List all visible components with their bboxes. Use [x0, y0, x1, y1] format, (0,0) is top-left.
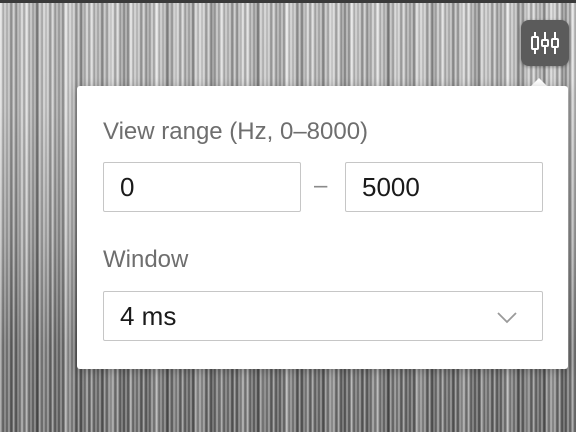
chevron-down-icon	[497, 312, 517, 324]
range-max-input[interactable]	[345, 162, 543, 212]
sliders-icon	[531, 32, 559, 54]
window-select-value: 4 ms	[120, 301, 177, 331]
popover-caret	[531, 78, 547, 86]
window-select[interactable]: 4 ms	[103, 291, 543, 341]
top-border	[0, 0, 576, 3]
view-range-label: View range (Hz, 0–8000)	[103, 118, 369, 145]
settings-popover: View range (Hz, 0–8000) – Window 4 ms	[77, 86, 568, 369]
range-separator: –	[314, 172, 328, 199]
window-label: Window	[103, 246, 189, 273]
range-min-input[interactable]	[103, 162, 301, 212]
spectrogram-view: View range (Hz, 0–8000) – Window 4 ms	[0, 0, 576, 432]
settings-button[interactable]	[521, 20, 569, 66]
